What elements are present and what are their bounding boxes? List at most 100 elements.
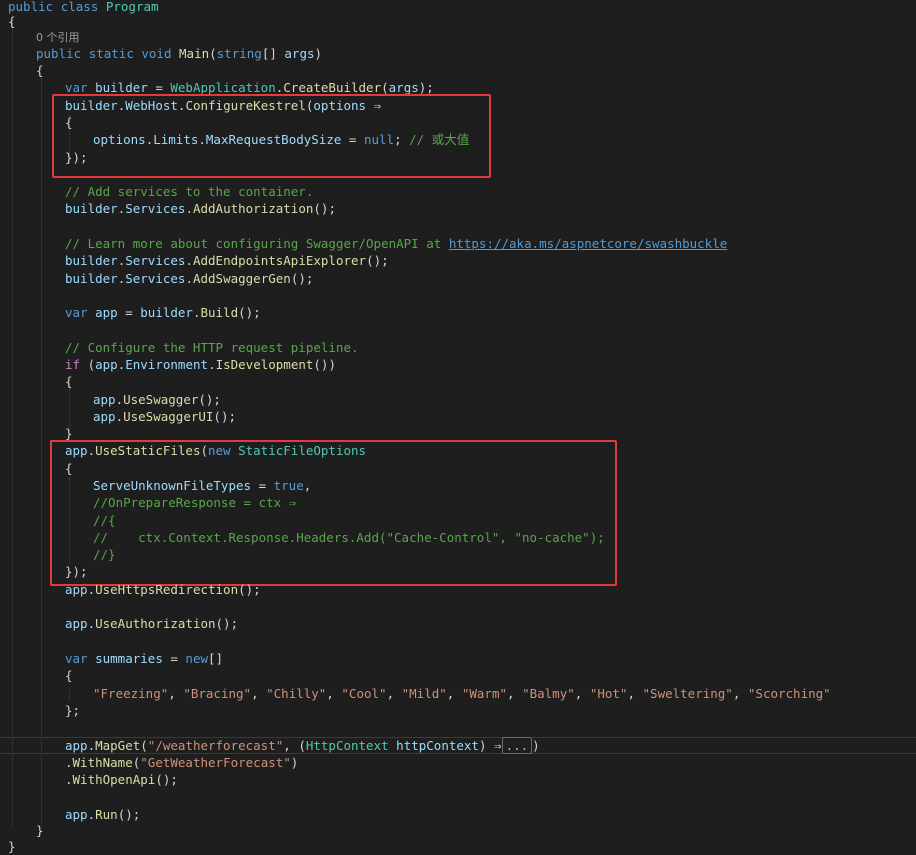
comment: ctx.Context.Response.Headers.Add("Cache-… [138,530,605,545]
variable[interactable]: app [65,582,88,597]
comment: //{ [93,513,116,528]
keyword: new [185,651,208,666]
variable[interactable]: builder [65,98,118,113]
codelens-references[interactable]: 0 个引用 [36,31,80,45]
method-name[interactable]: Run [95,807,118,822]
method-name[interactable]: AddSwaggerGen [193,271,291,286]
variable[interactable]: app [65,738,88,753]
variable[interactable]: app [95,357,118,372]
property[interactable]: Limits [153,132,198,147]
comment-link[interactable]: https://aka.ms/aspnetcore/swashbuckle [449,236,727,251]
variable[interactable]: app [65,443,88,458]
string-literal: "Sweltering" [642,686,733,701]
variable[interactable]: builder [95,80,148,95]
property[interactable]: Services [125,271,185,286]
code-line: { [8,14,16,29]
code-line: { [36,63,44,78]
method-name[interactable]: AddAuthorization [193,201,313,216]
code-line: } [36,823,44,838]
method-name[interactable]: IsDevelopment [216,357,314,372]
string-literal: "Hot" [589,686,628,701]
variable[interactable]: builder [65,201,118,216]
keyword: string [216,46,262,61]
code-line: var summaries = new[] [65,651,224,666]
code-line: // Add services to the container. [65,183,313,200]
keyword: null [363,132,395,147]
parameter[interactable]: httpContext [396,738,479,753]
collapsed-region-button[interactable]: ... [501,737,533,754]
parameter[interactable]: args [284,46,314,61]
comment: //OnPrepareResponse = ctx ⇒ [93,495,297,510]
code-line: app.UseHttpsRedirection(); [65,582,261,597]
method-name[interactable]: UseSwagger [123,392,198,407]
parameter[interactable]: options [93,132,146,147]
string-literal: "Mild" [401,686,447,701]
class-name[interactable]: Program [106,0,159,14]
parameter[interactable]: options [313,98,366,113]
type-name[interactable]: StaticFileOptions [238,443,366,458]
comment: // Configure the HTTP request pipeline. [65,340,359,355]
keyword: if [65,357,81,372]
code-line: app.UseSwagger(); [93,392,221,407]
method-name[interactable]: WithOpenApi [73,772,156,787]
property[interactable]: Services [125,253,185,268]
variable[interactable]: app [95,305,118,320]
method-name[interactable]: Build [200,305,238,320]
keyword: class [60,0,99,14]
variable[interactable]: app [93,409,116,424]
method-name[interactable]: UseHttpsRedirection [95,582,238,597]
variable[interactable]: builder [140,305,193,320]
variable[interactable]: app [65,616,88,631]
method-name[interactable]: UseAuthorization [95,616,215,631]
property[interactable]: ServeUnknownFileTypes [93,478,251,493]
method-name[interactable]: CreateBuilder [283,80,381,95]
keyword: public [8,0,54,14]
method-name[interactable]: WithName [73,755,133,770]
variable[interactable]: builder [65,253,118,268]
property[interactable]: MaxRequestBodySize [206,132,341,147]
indent-guide [69,383,70,431]
variable[interactable]: builder [65,271,118,286]
string-literal: "Scorching" [747,686,831,701]
property[interactable]: Environment [125,357,208,372]
keyword: var [65,651,88,666]
method-name[interactable]: Main [179,46,209,61]
punctuation: ( [209,46,217,61]
code-line: }); [65,150,88,165]
code-line: //OnPrepareResponse = ctx ⇒ [93,494,296,511]
code-line: app.Run(); [65,807,141,822]
string-literal: "Chilly" [266,686,327,701]
method-name[interactable]: MapGet [95,738,140,753]
keyword: static [88,46,134,61]
code-line: options.Limits.MaxRequestBodySize = null… [93,132,470,147]
method-name[interactable]: AddEndpointsApiExplorer [193,253,366,268]
code-line: } [8,839,16,854]
variable[interactable]: app [93,392,116,407]
comment: // [93,530,139,545]
code-line: app.MapGet("/weatherforecast", (HttpCont… [65,737,540,754]
type-name[interactable]: HttpContext [306,738,389,753]
keyword: void [141,46,172,61]
property[interactable]: Services [125,201,185,216]
code-line: builder.Services.AddAuthorization(); [65,201,336,216]
method-name[interactable]: UseStaticFiles [95,443,200,458]
string-literal: "GetWeatherForecast" [140,755,291,770]
keyword: public [36,46,82,61]
string-literal: "Balmy" [522,686,575,701]
string-literal: "Cool" [341,686,387,701]
code-line: app.UseSwaggerUI(); [93,409,236,424]
code-line: { [65,115,73,130]
method-name[interactable]: ConfigureKestrel [185,98,305,113]
method-name[interactable]: UseSwaggerUI [123,409,213,424]
code-line: app.UseAuthorization(); [65,616,239,631]
code-line: if (app.Environment.IsDevelopment()) [65,357,336,372]
type-name[interactable]: WebApplication [170,80,275,95]
variable[interactable]: app [65,807,88,822]
code-line: builder.Services.AddSwaggerGen(); [65,271,314,286]
string-literal: "/weatherforecast" [147,738,284,753]
variable[interactable]: summaries [95,651,163,666]
keyword: new [208,443,231,458]
property[interactable]: WebHost [125,98,178,113]
variable[interactable]: args [389,80,419,95]
string-literal: "Bracing" [183,686,252,701]
